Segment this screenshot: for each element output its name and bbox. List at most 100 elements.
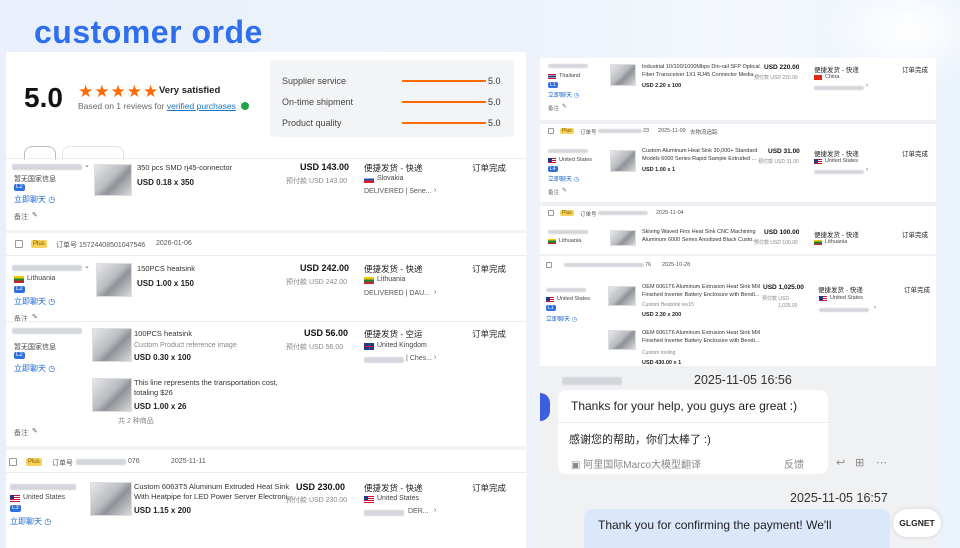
product-title-line2[interactable]: Finished Inverter Battery Enclosure with… xyxy=(642,292,759,298)
chevron-right-icon[interactable]: › xyxy=(434,354,436,361)
product-title-line2[interactable]: With Heatpipe for LED Power Server Elect… xyxy=(134,492,294,501)
chat-now-link[interactable]: 立即聊天 ◷ xyxy=(548,90,579,99)
product-thumbnail[interactable] xyxy=(92,378,132,412)
edit-icon[interactable]: ✎ xyxy=(32,313,38,321)
logistics-tag[interactable]: 去物流追踪 xyxy=(690,128,718,136)
chat-now-link[interactable]: 立即聊天 ◷ xyxy=(14,194,55,205)
product-title-line2[interactable]: totaling $26 xyxy=(134,388,173,397)
order-number[interactable]: 订单号 xyxy=(580,210,597,218)
order-select-checkbox[interactable] xyxy=(546,262,552,268)
edit-icon[interactable]: ✎ xyxy=(562,187,567,194)
order-select-checkbox[interactable] xyxy=(548,128,554,134)
product-thumbnail[interactable] xyxy=(608,330,636,350)
product-title-line2[interactable]: Models 6000 Series Rapid Sample Extruded… xyxy=(642,156,756,162)
ship-country: United States xyxy=(825,158,859,164)
order-number[interactable]: 订单号 xyxy=(580,128,597,136)
order-select-checkbox[interactable] xyxy=(15,240,23,248)
delivery-status[interactable]: | Ches... xyxy=(406,355,432,362)
chevron-down-icon[interactable]: ⌄ xyxy=(84,262,90,270)
ship-country: United States xyxy=(830,295,864,301)
product-thumbnail[interactable] xyxy=(610,230,636,246)
order-select-checkbox[interactable] xyxy=(9,458,17,466)
chat-now-link[interactable]: 立即聊天 ◷ xyxy=(548,174,579,183)
product-thumbnail[interactable] xyxy=(94,164,132,196)
prepaid-amount: 预付款 USD 143.00 xyxy=(286,178,348,185)
delivery-status[interactable]: DELIVERED | DAU... xyxy=(364,290,430,297)
prepaid-amount: 预付款 USD 56.00 xyxy=(286,344,344,351)
product-title-line2[interactable]: Aluminum 6000 Series Anodized Black Cust… xyxy=(642,237,757,243)
criteria-value-quality: 5.0 xyxy=(488,118,501,128)
product-thumbnail[interactable] xyxy=(90,482,132,516)
chevron-right-icon[interactable]: › xyxy=(874,305,876,311)
order-date: 2026-01-06 xyxy=(156,240,192,247)
chevron-right-icon[interactable]: › xyxy=(866,167,868,173)
product-thumbnail[interactable] xyxy=(610,150,636,172)
buyer-level-badge: L4 xyxy=(548,166,558,172)
product-title[interactable]: Custom Aluminum Heat Sink 30,000+ Standa… xyxy=(642,148,757,154)
chevron-right-icon[interactable]: › xyxy=(434,289,436,296)
more-options-icon[interactable]: ⋯ xyxy=(876,456,887,469)
order-select-checkbox[interactable] xyxy=(548,210,554,216)
order-total: USD 31.00 xyxy=(768,148,800,155)
product-thumbnail[interactable] xyxy=(92,328,132,362)
product-thumbnail[interactable] xyxy=(608,286,636,306)
product-title[interactable]: Industrial 10/100/1000Mbps Din-rail SFP … xyxy=(642,64,760,70)
assistant-badge[interactable]: GLGNET xyxy=(893,509,941,537)
chevron-right-icon[interactable]: › xyxy=(866,83,868,89)
chevron-right-icon[interactable]: › xyxy=(434,187,436,194)
product-title-line2[interactable]: Fiber Transceiver 1X1 RJ45 Connector Med… xyxy=(642,72,760,78)
chevron-down-icon[interactable]: ⌄ xyxy=(84,161,90,169)
order-total: USD 230.00 xyxy=(296,482,346,492)
prepaid-amount: 预付款 USD 242.00 xyxy=(286,279,348,286)
product-title[interactable]: 150PCS heatsink xyxy=(137,264,195,273)
product-title[interactable]: Custom 6063T5 Aluminum Extruded Heat Sin… xyxy=(134,482,289,491)
edit-icon[interactable]: ✎ xyxy=(562,103,567,110)
order-status: 订单完成 xyxy=(472,264,507,274)
delivery-status[interactable]: DER... xyxy=(408,508,429,515)
criteria-label-quality: Product quality xyxy=(282,118,342,128)
chat-now-link[interactable]: 立即聊天 ◷ xyxy=(14,363,55,374)
product-title-line2[interactable]: Finished Inverter Battery Enclosure with… xyxy=(642,338,759,344)
chevron-right-icon[interactable]: › xyxy=(434,507,436,514)
product-thumbnail[interactable] xyxy=(96,263,132,297)
reply-icon[interactable]: ↩ xyxy=(836,456,845,469)
product-unit-price: USD 1.00 x 150 xyxy=(137,279,194,288)
order-total: USD 242.00 xyxy=(300,263,350,273)
edit-icon[interactable]: ✎ xyxy=(32,211,38,219)
chat-window: 2025-11-05 16:56 Thanks for your help, y… xyxy=(540,366,936,548)
feedback-link[interactable]: 反馈 xyxy=(784,456,804,471)
buyer-level-badge: L2 xyxy=(14,184,25,191)
flag-lithuania-icon xyxy=(14,276,24,283)
buyer-level-badge: L1 xyxy=(548,82,558,88)
prepaid-amount: 预付款 USD 100.00 xyxy=(754,240,798,246)
review-count-line: Based on 1 reviews for verified purchase… xyxy=(78,101,250,111)
verified-purchases-link[interactable]: verified purchases xyxy=(167,101,236,111)
chat-now-link[interactable]: 立即聊天 ◷ xyxy=(10,516,51,527)
product-variant: Custom Heatsink rev15 xyxy=(642,302,694,308)
ship-country: Slovakia xyxy=(377,175,404,182)
order-number[interactable]: 订单号 15724408501047546 xyxy=(56,240,145,250)
edit-icon[interactable]: ✎ xyxy=(32,427,38,435)
flag-us-icon xyxy=(10,495,20,502)
order-number[interactable]: 订单号 xyxy=(52,458,73,468)
product-title[interactable]: 350 pcs SMD rj45-connector xyxy=(137,163,232,172)
flag-slovakia-icon xyxy=(364,176,374,183)
product-title[interactable]: OEM 6061T6 Aluminum Extrusion Heat Sink … xyxy=(642,330,760,336)
incoming-message-bubble[interactable]: Thanks for your help, you guys are great… xyxy=(558,390,828,474)
product-title[interactable]: OEM 6061T6 Aluminum Extrusion Heat Sink … xyxy=(642,284,760,290)
product-title[interactable]: This line represents the transportation … xyxy=(134,378,278,387)
outgoing-message-bubble[interactable]: Thank you for confirming the payment! We… xyxy=(584,509,890,548)
product-unit-price: USD 0.18 x 350 xyxy=(137,178,194,187)
chat-now-link[interactable]: 立即聊天 ◷ xyxy=(14,296,55,307)
quote-icon[interactable]: ⊞ xyxy=(855,456,864,469)
order-date: 2025-10-28 xyxy=(662,262,691,268)
ship-country: United States xyxy=(377,495,420,502)
product-title[interactable]: Skiving Waved Fins Heat Sink CNC Machini… xyxy=(642,229,756,235)
flag-us-icon xyxy=(546,297,554,302)
chat-now-link[interactable]: 立即聊天 ◷ xyxy=(546,314,577,323)
product-title[interactable]: 100PCS heatsink xyxy=(134,329,192,338)
buyer-country: United States xyxy=(23,494,66,501)
delivery-status[interactable]: DELIVERED | Sene... xyxy=(364,188,432,195)
product-thumbnail[interactable] xyxy=(610,64,636,86)
plus-badge: Plus xyxy=(560,128,574,134)
